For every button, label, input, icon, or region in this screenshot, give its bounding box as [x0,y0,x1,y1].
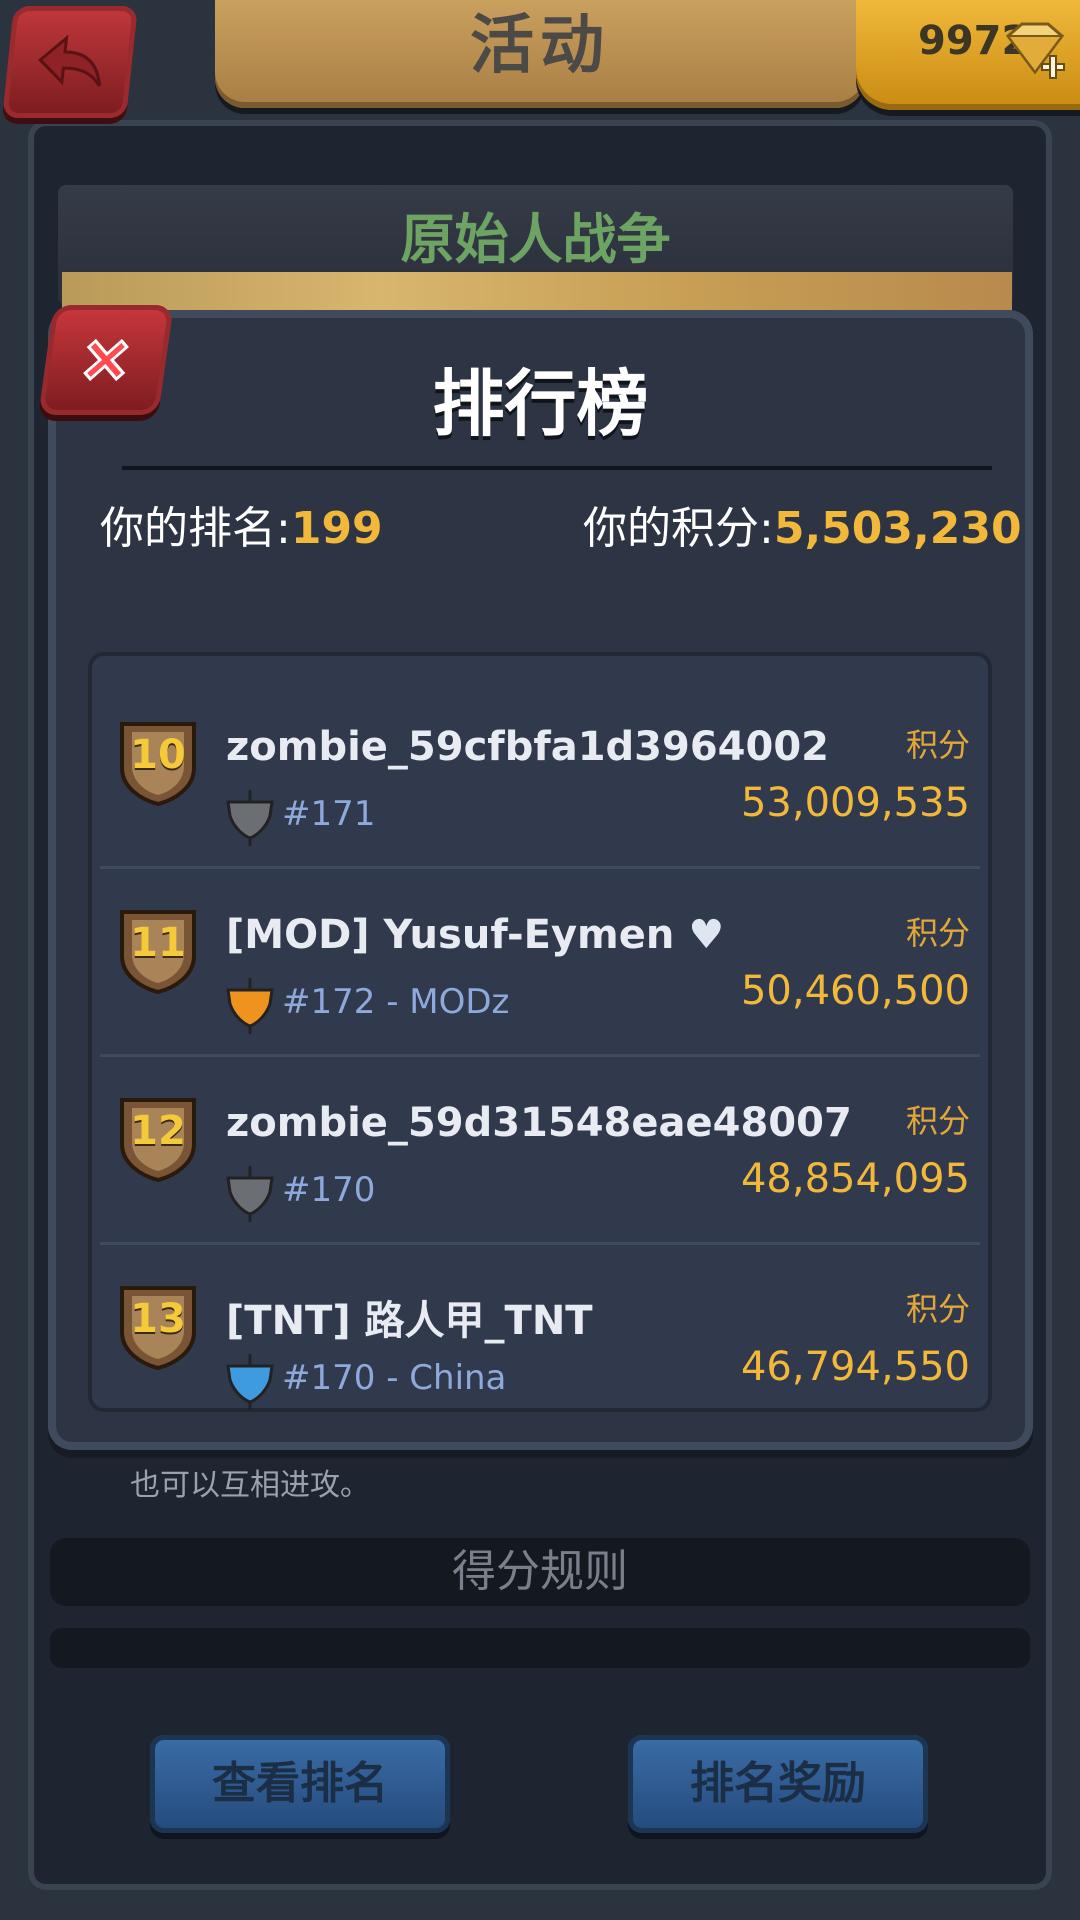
rules-label: 得分规则 [452,1546,628,1597]
leaderboard-row[interactable]: 13 [TNT] 路人甲_TNT #170 - China 积分 46,794,… [90,1244,990,1428]
rank-rewards-button[interactable]: 排名奖励 [628,1735,928,1833]
your-score: 你的积分:5,503,230 [583,492,1022,556]
player-clan: #171 [282,794,375,834]
section-bar [50,1628,1030,1668]
title-divider [122,466,992,470]
player-name-text: [MOD] Yusuf-Eymen [226,912,675,958]
player-score: 50,460,500 [740,968,970,1014]
player-clan: #170 - China [282,1358,506,1398]
rank-number: 11 [130,920,186,966]
rank-number: 12 [130,1108,186,1154]
your-rank: 你的排名:199 [100,492,383,556]
clan-flag-icon [226,1166,274,1222]
score-label: 积分 [905,914,970,952]
leaderboard-row[interactable]: 12 zombie_59d31548eae48007 #170 积分 48,85… [90,1056,990,1240]
clan-flag-icon [226,790,274,846]
your-score-label: 你的积分: [583,503,774,554]
clan-rank: #170 [282,1170,376,1210]
player-clan: #172 - MODz [282,982,509,1022]
leaderboard-row[interactable]: 11 [MOD] Yusuf-Eymen ♥ #172 - MODz 积分 50,… [90,868,990,1052]
your-rank-label: 你的排名: [100,503,291,554]
close-button[interactable] [38,305,174,415]
player-clan: #170 [282,1170,375,1210]
clan-flag-icon [226,978,274,1034]
clan-flag-icon [226,1354,274,1410]
page-title: 活动 [470,9,610,83]
clan-name: - China [375,1358,507,1398]
your-score-value: 5,503,230 [773,503,1022,554]
player-name: [MOD] Yusuf-Eymen ♥ [226,912,724,958]
clan-rank: #171 [282,794,376,834]
heart-icon: ♥ [688,912,725,958]
player-name: zombie_59d31548eae48007 [226,1100,852,1146]
back-button[interactable] [2,6,138,118]
event-artwork [62,272,1012,312]
score-label: 积分 [905,1102,970,1140]
player-name: [TNT] 路人甲_TNT [226,1298,593,1344]
event-title: 原始人战争 [400,208,671,271]
player-score: 48,854,095 [740,1156,970,1202]
rank-number: 10 [130,732,186,778]
clan-rank: #172 [282,982,376,1022]
player-score: 46,794,550 [740,1344,970,1390]
clan-rank: #170 [282,1358,376,1398]
event-description: 也可以互相进攻。 [130,1468,370,1503]
score-label: 积分 [905,726,970,764]
back-arrow-icon [37,34,101,87]
your-rank-value: 199 [290,503,383,554]
gem-plus-icon[interactable] [998,20,1070,86]
clan-name: - MODz [375,982,510,1022]
leaderboard-row[interactable]: 10 zombie_59cfbfa1d3964002 #171 积分 53,00… [90,680,990,864]
player-name: zombie_59cfbfa1d3964002 [226,724,830,770]
view-rank-button[interactable]: 查看排名 [150,1735,450,1833]
score-label: 积分 [905,1290,970,1328]
leaderboard-title: 排行榜 [432,362,649,446]
player-score: 53,009,535 [740,780,970,826]
close-icon [83,338,129,382]
rank-number: 13 [130,1296,186,1342]
